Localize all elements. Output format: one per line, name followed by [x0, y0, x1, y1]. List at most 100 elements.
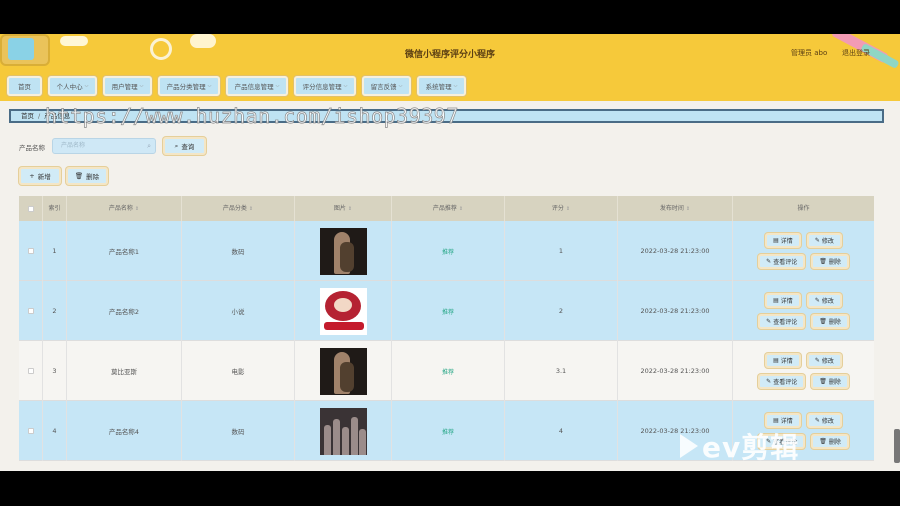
nav-item-feedback[interactable]: 留言反馈 ⌵ — [362, 76, 411, 96]
row-select-cell — [19, 401, 43, 461]
row-select-cell — [19, 341, 43, 401]
view-comments-button[interactable]: ✎ 查看评论 — [758, 374, 806, 389]
cell-index: 3 — [43, 341, 67, 401]
column-header-recommend[interactable]: 产品推荐 ⇕ — [392, 196, 505, 221]
row-checkbox[interactable] — [27, 248, 34, 254]
nav-item-personal-center[interactable]: 个人中心 ⌵ — [48, 76, 97, 96]
search-icon: ⌕ — [174, 141, 179, 150]
ev-logo-watermark: ev剪辑 — [680, 426, 799, 466]
trash-icon: 🗑 — [819, 258, 827, 265]
cell-recommend: 推荐 — [392, 401, 505, 461]
pencil-icon: ✎ — [766, 258, 772, 265]
delete-button[interactable]: 🗑 删除 — [811, 434, 849, 449]
column-header-name[interactable]: 产品名称 ⇕ — [67, 196, 182, 221]
column-header-category[interactable]: 产品分类 ⇕ — [182, 196, 295, 221]
header-decoration — [190, 34, 216, 48]
document-icon: ▤ — [773, 417, 779, 424]
row-checkbox[interactable] — [27, 308, 34, 314]
cell-time: 2022-03-28 21:23:00 — [618, 341, 733, 401]
product-thumbnail[interactable] — [319, 287, 367, 335]
chevron-down-icon: ⌵ — [398, 83, 403, 89]
table-header: 索引 产品名称 ⇕ 产品分类 ⇕ 图片 ⇕ 产品推荐 ⇕ 评分 ⇕ 发布时间 ⇕ 操作 — [19, 196, 874, 221]
sort-icon: ⇕ — [685, 206, 691, 212]
chevron-down-icon: ⌵ — [343, 83, 348, 89]
cell-actions: ▤ 详情 ✎ 修改 ✎ 查看评论 🗑 删除 — [733, 281, 874, 341]
cell-category: 数码 — [182, 401, 295, 461]
cell-name: 产品名称4 — [67, 401, 182, 461]
chevron-down-icon: ⌵ — [207, 83, 212, 89]
cell-image — [295, 281, 392, 341]
detail-button[interactable]: ▤ 详情 — [765, 233, 801, 248]
delete-button[interactable]: 🗑 删除 — [811, 314, 849, 329]
detail-button[interactable]: ▤ 详情 — [765, 293, 801, 308]
cell-score: 3.1 — [505, 341, 618, 401]
nav-item-rating-management[interactable]: 评分信息管理 ⌵ — [294, 76, 356, 96]
select-all-checkbox[interactable] — [27, 205, 34, 212]
top-nav: 首页 个人中心 ⌵ 用户管理 ⌵ 产品分类管理 ⌵ 产品信息管理 ⌵ 评分信息管理 ⌵ 留… — [0, 72, 900, 101]
logout-link[interactable]: 退出登录 — [842, 48, 870, 58]
play-icon — [680, 434, 698, 458]
view-comments-button[interactable]: ✎ 查看评论 — [758, 254, 806, 269]
select-all-cell — [19, 196, 43, 221]
detail-button[interactable]: ▤ 详情 — [765, 353, 801, 368]
product-thumbnail[interactable] — [319, 347, 367, 395]
cell-time: 2022-03-28 21:23:00 — [618, 281, 733, 341]
plus-icon: + — [29, 172, 35, 180]
edit-button[interactable]: ✎ 修改 — [806, 353, 842, 368]
breadcrumb-home[interactable]: 首页 — [21, 112, 34, 120]
nav-item-product-management[interactable]: 产品信息管理 ⌵ — [226, 76, 288, 96]
delete-button[interactable]: 🗑 删除 — [811, 374, 849, 389]
document-icon: ▤ — [773, 357, 779, 364]
cell-image — [295, 401, 392, 461]
product-thumbnail[interactable] — [319, 407, 367, 455]
column-header-time[interactable]: 发布时间 ⇕ — [618, 196, 733, 221]
page-scrollbar[interactable] — [894, 429, 900, 463]
nav-item-user-management[interactable]: 用户管理 ⌵ — [103, 76, 152, 96]
nav-item-category-management[interactable]: 产品分类管理 ⌵ — [158, 76, 220, 96]
column-header-index[interactable]: 索引 — [43, 196, 67, 221]
header: 微信小程序评分小程序 管理员 abo 退出登录 — [0, 34, 900, 72]
cell-score: 4 — [505, 401, 618, 461]
chevron-down-icon: ⌵ — [84, 83, 89, 89]
current-user: 管理员 abo — [791, 49, 828, 57]
search-input[interactable]: 产品名称 ⌕ — [52, 138, 156, 154]
chevron-down-icon: ⌵ — [453, 83, 458, 89]
chevron-down-icon: ⌵ — [275, 83, 280, 89]
sort-icon: ⇕ — [248, 206, 254, 212]
chevron-down-icon: ⌵ — [139, 83, 144, 89]
app-window: 微信小程序评分小程序 管理员 abo 退出登录 首页 个人中心 ⌵ 用户管理 ⌵ 产… — [0, 34, 900, 471]
pencil-icon: ✎ — [814, 357, 820, 364]
delete-button[interactable]: 🗑 删除 — [811, 254, 849, 269]
cell-time: 2022-03-28 21:23:00 — [618, 221, 733, 281]
product-thumbnail[interactable] — [319, 227, 367, 275]
column-header-score[interactable]: 评分 ⇕ — [505, 196, 618, 221]
letterbox-top — [0, 0, 900, 34]
cell-image — [295, 341, 392, 401]
sort-icon: ⇕ — [565, 206, 571, 212]
view-comments-button[interactable]: ✎ 查看评论 — [758, 314, 806, 329]
row-checkbox[interactable] — [27, 368, 34, 374]
cell-recommend: 推荐 — [392, 281, 505, 341]
bulk-delete-button[interactable]: 🗑 删除 — [66, 167, 108, 185]
cell-index: 2 — [43, 281, 67, 341]
nav-item-home[interactable]: 首页 — [7, 76, 42, 96]
document-icon: ▤ — [773, 237, 779, 244]
cell-name: 产品名称2 — [67, 281, 182, 341]
pencil-icon: ✎ — [814, 297, 820, 304]
breadcrumb-separator: / — [38, 112, 41, 120]
edit-button[interactable]: ✎ 修改 — [806, 233, 842, 248]
edit-button[interactable]: ✎ 修改 — [806, 293, 842, 308]
pencil-icon: ✎ — [766, 378, 772, 385]
edit-button[interactable]: ✎ 修改 — [806, 413, 842, 428]
row-checkbox[interactable] — [27, 428, 34, 434]
table-row: 2 产品名称2 小说 推荐 2 2022-03-28 21:23:00 ▤ 详情 … — [19, 281, 874, 341]
add-button[interactable]: + 新增 — [19, 167, 61, 185]
document-icon: ▤ — [773, 297, 779, 304]
search-button[interactable]: ⌕ 查询 — [163, 137, 206, 155]
column-header-image[interactable]: 图片 ⇕ — [295, 196, 392, 221]
nav-item-system-management[interactable]: 系统管理 ⌵ — [417, 76, 466, 96]
row-select-cell — [19, 281, 43, 341]
cell-name: 莫比亚斯 — [67, 341, 182, 401]
trash-icon: 🗑 — [819, 438, 827, 445]
pencil-icon: ✎ — [814, 237, 820, 244]
